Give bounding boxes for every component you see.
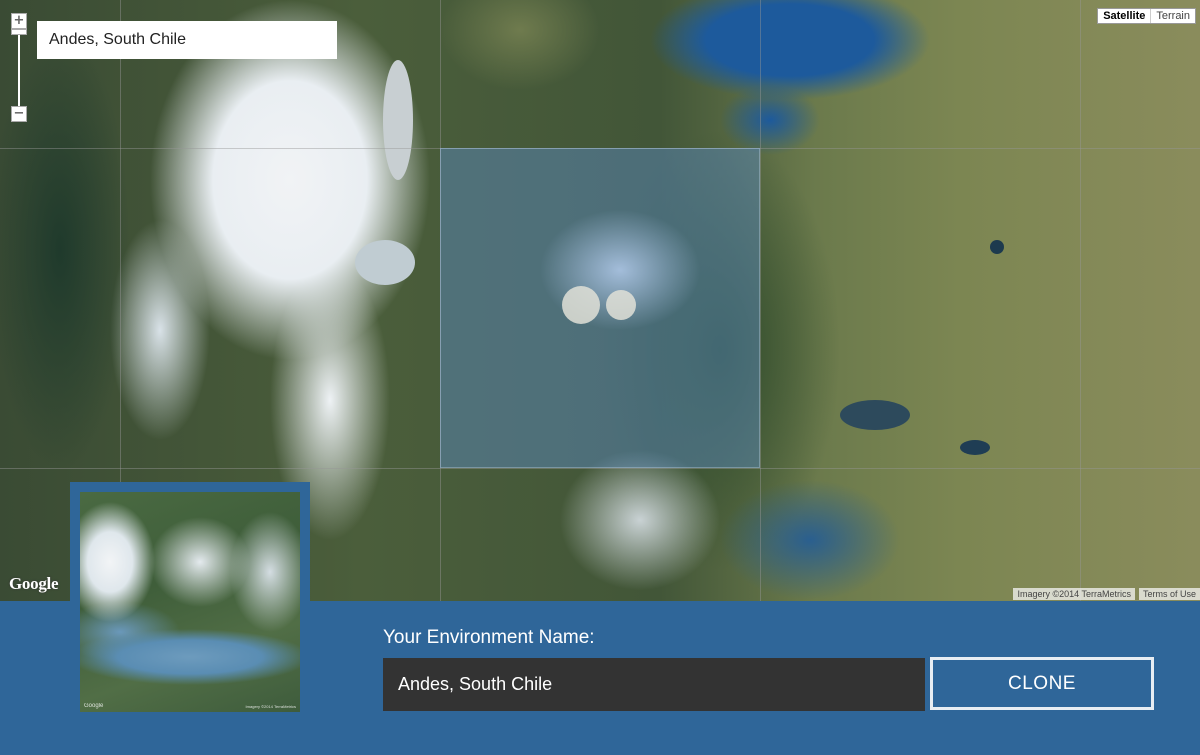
map-type-satellite[interactable]: Satellite: [1098, 9, 1152, 23]
lake: [383, 60, 413, 180]
lake: [990, 240, 1004, 254]
selection-region[interactable]: [440, 148, 760, 468]
resize-handle[interactable]: [606, 290, 636, 320]
grid-line: [0, 468, 1200, 469]
grid-line: [1080, 0, 1081, 601]
google-logo: Google: [9, 574, 59, 593]
zoom-slider-handle[interactable]: [11, 29, 27, 35]
location-search-input[interactable]: [37, 21, 337, 59]
thumbnail-credit: Imagery ©2014 TerraMetrics: [245, 704, 296, 709]
lake: [840, 400, 910, 430]
zoom-in-button[interactable]: +: [11, 13, 27, 29]
clone-button[interactable]: CLONE: [930, 657, 1154, 710]
terms-of-use-link[interactable]: Terms of Use: [1138, 588, 1200, 600]
thumbnail-logo: Google: [84, 703, 104, 709]
map-attribution: Imagery ©2014 TerraMetrics Terms of Use: [1009, 588, 1200, 600]
lake: [355, 240, 415, 285]
grid-line: [760, 0, 761, 601]
environment-name-input[interactable]: [383, 658, 925, 711]
drag-handle[interactable]: [562, 286, 600, 324]
thumbnail-image: Google Imagery ©2014 TerraMetrics: [80, 492, 300, 712]
zoom-control: + −: [11, 13, 27, 123]
map-type-control: Satellite Terrain: [1097, 8, 1196, 24]
map-type-terrain[interactable]: Terrain: [1151, 9, 1195, 23]
imagery-credit: Imagery ©2014 TerraMetrics: [1013, 588, 1135, 600]
environment-thumbnail: Google Imagery ©2014 TerraMetrics: [70, 482, 310, 722]
zoom-out-button[interactable]: −: [11, 106, 27, 122]
environment-name-label: Your Environment Name:: [383, 627, 595, 648]
lake: [960, 440, 990, 455]
zoom-slider[interactable]: [18, 29, 20, 107]
